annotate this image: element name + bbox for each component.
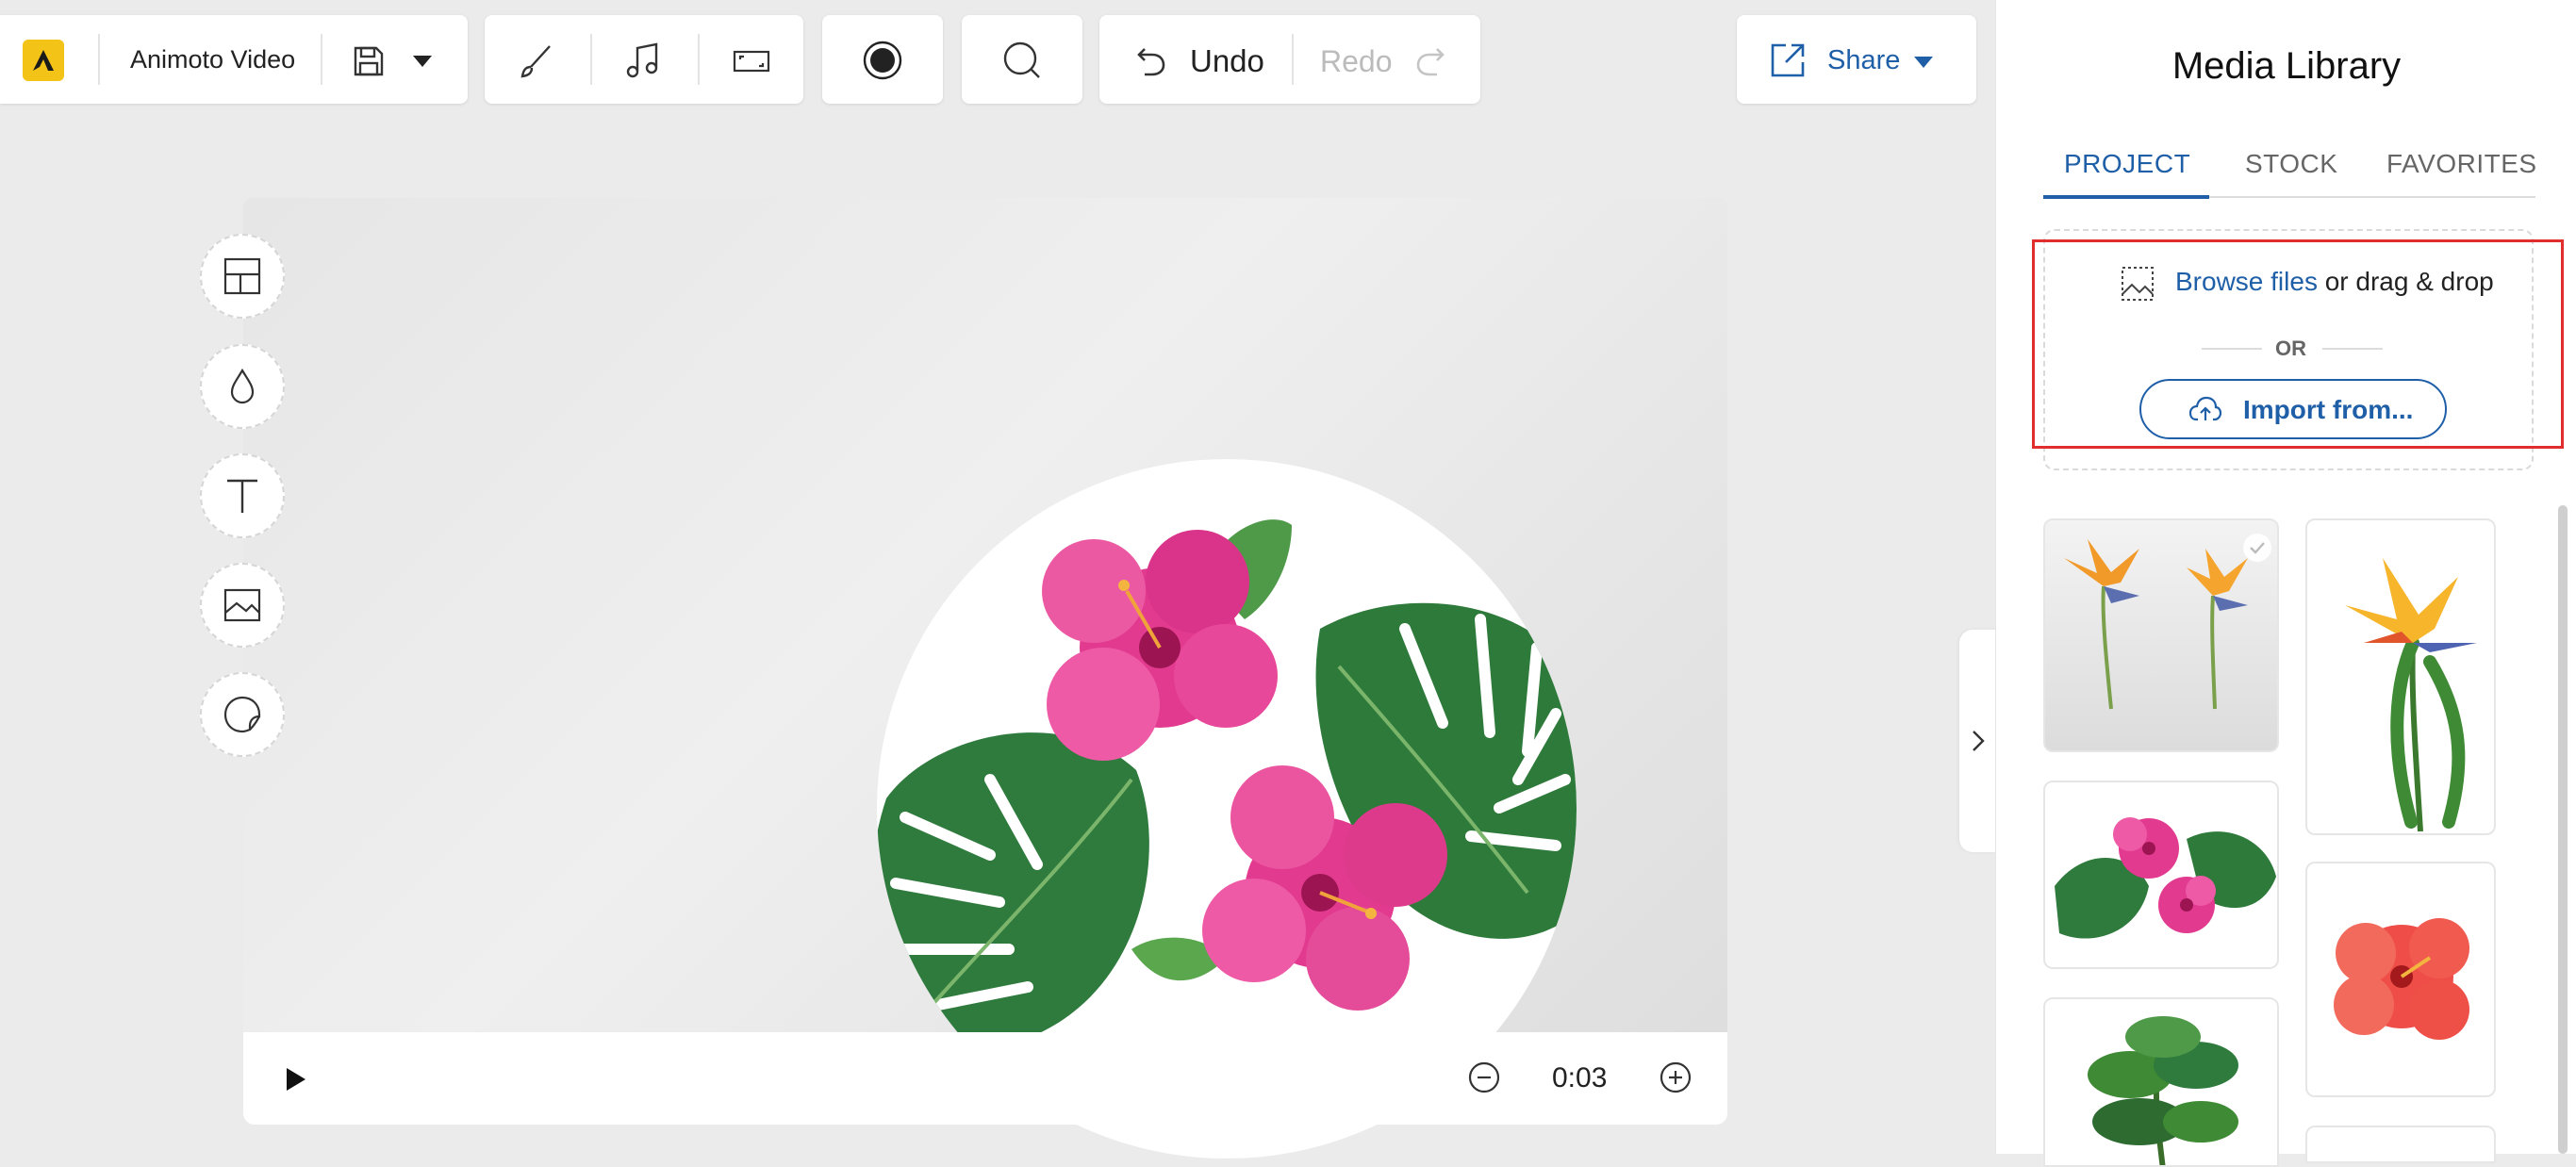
drag-drop-text: or drag & drop bbox=[2324, 267, 2494, 296]
brush-icon[interactable] bbox=[513, 38, 560, 85]
tab-favorites[interactable]: FAVORITES bbox=[2386, 149, 2537, 179]
layout-tool[interactable] bbox=[200, 234, 285, 319]
image-icon bbox=[223, 588, 261, 622]
play-icon[interactable] bbox=[279, 1062, 313, 1096]
zoom-out-icon[interactable] bbox=[1465, 1059, 1503, 1096]
chevron-right-icon bbox=[1973, 731, 1985, 751]
divider bbox=[321, 34, 322, 85]
sticker-icon bbox=[223, 696, 261, 733]
divider bbox=[1292, 34, 1294, 85]
image-tool[interactable] bbox=[200, 563, 285, 648]
project-title[interactable]: Animoto Video bbox=[130, 45, 295, 74]
divider bbox=[698, 34, 700, 85]
undo-button[interactable]: Undo bbox=[1190, 43, 1264, 79]
aspect-ratio-icon[interactable] bbox=[728, 38, 775, 85]
save-icon[interactable] bbox=[347, 40, 390, 83]
media-thumbnail[interactable] bbox=[2043, 997, 2279, 1167]
collapse-panel-button[interactable] bbox=[1959, 630, 1997, 852]
or-divider-left bbox=[2202, 348, 2262, 350]
share-label: Share bbox=[1827, 45, 1901, 75]
scrollbar-thumb[interactable] bbox=[2558, 505, 2568, 1154]
or-label: OR bbox=[2275, 337, 2306, 360]
record-icon[interactable] bbox=[858, 36, 907, 85]
music-icon[interactable] bbox=[619, 38, 667, 85]
scrollbar-track[interactable] bbox=[2558, 505, 2568, 1154]
toolbar-search-group bbox=[962, 15, 1082, 104]
toolbar-file-group: Animoto Video bbox=[0, 15, 468, 104]
cloud-upload-icon bbox=[2188, 394, 2222, 424]
upload-image-icon bbox=[2117, 262, 2158, 305]
playback-bar: 0:03 bbox=[243, 1032, 1727, 1125]
sticker-tool[interactable] bbox=[200, 672, 285, 757]
redo-icon[interactable] bbox=[1411, 40, 1452, 81]
undo-icon[interactable] bbox=[1130, 40, 1171, 81]
share-icon bbox=[1765, 38, 1810, 83]
or-divider-right bbox=[2322, 348, 2383, 350]
divider bbox=[98, 34, 100, 85]
redo-button[interactable]: Redo bbox=[1320, 44, 1393, 79]
import-from-label: Import from... bbox=[2243, 395, 2414, 424]
droplet-icon bbox=[230, 368, 255, 404]
animoto-logo[interactable] bbox=[23, 40, 64, 81]
tab-project[interactable]: PROJECT bbox=[2064, 149, 2190, 179]
selected-check-icon bbox=[2243, 534, 2271, 562]
divider bbox=[590, 34, 592, 85]
zoom-in-icon[interactable] bbox=[1657, 1059, 1694, 1096]
import-from-button[interactable]: Import from... bbox=[2139, 379, 2447, 439]
media-thumbnail[interactable] bbox=[2043, 781, 2279, 969]
layout-icon bbox=[223, 257, 261, 295]
toolbar-edit-group bbox=[485, 15, 803, 104]
monstera-leaf-left bbox=[877, 732, 1149, 1047]
save-dropdown-icon[interactable] bbox=[411, 53, 434, 70]
color-tool[interactable] bbox=[200, 344, 285, 429]
media-thumbnail[interactable] bbox=[2305, 1126, 2496, 1163]
panel-title: Media Library bbox=[2171, 45, 2402, 87]
upload-instructions: Browse files or drag & drop bbox=[2175, 267, 2494, 297]
media-thumbnail[interactable] bbox=[2305, 862, 2496, 1097]
text-tool[interactable] bbox=[200, 453, 285, 538]
media-thumbnail[interactable] bbox=[2043, 518, 2279, 752]
share-button[interactable]: Share bbox=[1737, 15, 1976, 104]
duration-display: 0:03 bbox=[1552, 1062, 1608, 1093]
tab-stock[interactable]: STOCK bbox=[2245, 149, 2337, 179]
search-icon[interactable] bbox=[998, 36, 1047, 85]
media-library-panel: Media Library PROJECT STOCK FAVORITES Br… bbox=[1995, 0, 2576, 1167]
toolbar-record-group bbox=[822, 15, 943, 104]
share-dropdown-icon bbox=[1912, 55, 1935, 70]
text-icon bbox=[227, 479, 257, 513]
active-tab-indicator bbox=[2043, 195, 2209, 199]
video-canvas[interactable] bbox=[243, 198, 1727, 1159]
hibiscus-flower-top bbox=[1042, 530, 1278, 761]
media-thumbnail[interactable] bbox=[2305, 518, 2496, 835]
toolbar-history-group: Undo Redo bbox=[1099, 15, 1480, 104]
browse-files-link[interactable]: Browse files bbox=[2175, 267, 2318, 296]
